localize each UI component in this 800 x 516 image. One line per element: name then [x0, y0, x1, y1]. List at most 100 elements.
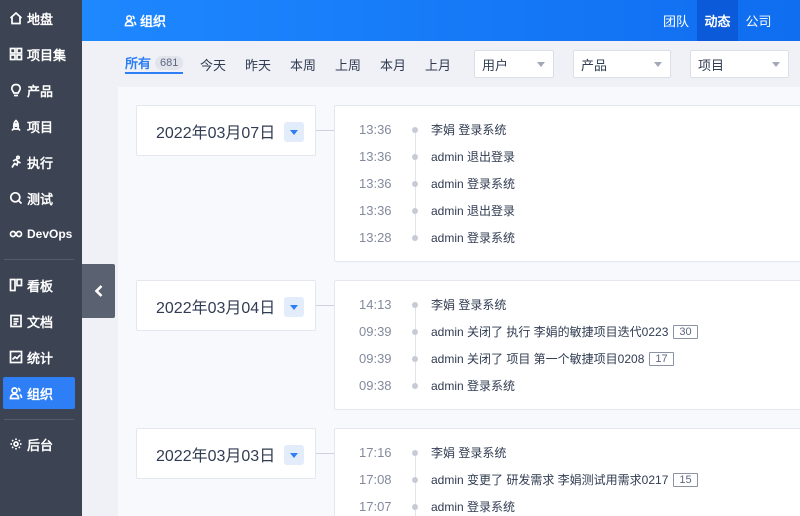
- sidebar-item-label: 统计: [27, 350, 54, 366]
- lightbulb-icon: [9, 83, 23, 97]
- activity-row: 09:38 admin 登录系统: [335, 372, 800, 399]
- select-value: 项目: [698, 57, 725, 73]
- kanban-icon: [9, 278, 23, 292]
- sidebar-item-dashboard[interactable]: 地盘: [3, 2, 75, 34]
- timeline-dot: [412, 126, 418, 133]
- page-title: 组织: [124, 0, 166, 41]
- sidebar-item-product[interactable]: 产品: [3, 74, 75, 106]
- activity-text-content: admin 登录系统: [431, 500, 516, 514]
- filter-today[interactable]: 今天: [200, 54, 226, 74]
- activity-text-content: admin 退出登录: [431, 150, 516, 164]
- top-header: 组织 团队 动态 公司: [82, 0, 800, 41]
- filter-all[interactable]: 所有 681: [125, 54, 184, 74]
- chevron-left-icon: [94, 285, 102, 297]
- sidebar-item-label: DevOps: [27, 227, 73, 241]
- sidebar-divider: [4, 259, 74, 260]
- product-select[interactable]: 产品: [573, 50, 671, 78]
- sidebar-item-devops[interactable]: DevOps: [3, 218, 75, 250]
- sidebar-item-label: 执行: [27, 155, 54, 171]
- collapse-toggle[interactable]: [284, 297, 304, 317]
- sidebar-item-label: 地盘: [27, 11, 54, 27]
- timeline-dot: [412, 476, 418, 483]
- filter-this-month[interactable]: 本月: [380, 54, 406, 74]
- sidebar-collapse-button[interactable]: [82, 264, 115, 318]
- run-icon: [9, 155, 23, 169]
- filter-this-week[interactable]: 本周: [290, 54, 316, 74]
- filter-last-month[interactable]: 上月: [425, 54, 451, 74]
- activity-text: admin 退出登录: [431, 202, 515, 219]
- collapse-toggle[interactable]: [284, 122, 304, 142]
- filter-last-week[interactable]: 上周: [335, 54, 361, 74]
- date-label: 2022年03月04日: [156, 299, 276, 317]
- timeline-dot: [412, 503, 418, 510]
- sidebar-item-program[interactable]: 项目集: [3, 38, 75, 70]
- sidebar-item-label: 项目: [27, 119, 54, 135]
- users-icon: [9, 386, 23, 400]
- sidebar-item-project[interactable]: 项目: [3, 110, 75, 142]
- doc-icon: [9, 314, 23, 328]
- chart-icon: [9, 350, 23, 364]
- activity-text-content[interactable]: admin 关闭了 项目 第一个敏捷项目0208: [431, 350, 644, 367]
- sidebar-item-doc[interactable]: 文档: [3, 305, 75, 337]
- sidebar-item-kanban[interactable]: 看板: [3, 269, 75, 301]
- activity-text: 李娟 登录系统: [431, 444, 506, 461]
- activity-text: admin 登录系统: [431, 229, 515, 246]
- timeline-dot: [412, 180, 418, 187]
- sidebar-item-admin[interactable]: 后台: [3, 428, 75, 460]
- users-icon: [124, 15, 137, 27]
- bug-search-icon: [9, 191, 23, 205]
- activity-text: admin 登录系统: [431, 175, 515, 192]
- infinity-icon: [9, 227, 23, 241]
- activity-time: 09:39: [359, 351, 392, 366]
- sidebar-item-label: 项目集: [27, 47, 67, 63]
- activity-row: 13:36 admin 登录系统: [335, 170, 800, 197]
- filter-yesterday[interactable]: 昨天: [245, 54, 271, 74]
- project-select[interactable]: 项目: [690, 50, 789, 78]
- activity-time: 09:39: [359, 324, 392, 339]
- tab-team[interactable]: 团队: [656, 0, 696, 41]
- gear-icon: [9, 437, 23, 451]
- activity-row: 17:08 admin 变更了 研发需求 李娟测试用需求0217 15: [335, 466, 800, 493]
- sidebar-item-stats[interactable]: 统计: [3, 341, 75, 373]
- collapse-toggle[interactable]: [284, 445, 304, 465]
- activity-time: 17:08: [359, 472, 392, 487]
- activity-row: 17:16 李娟 登录系统: [335, 439, 800, 466]
- activity-text-content: 李娟 登录系统: [431, 446, 507, 460]
- sidebar: 地盘 项目集 产品 项目 执行 测试 DevOps 看板 文档 统计 组织 后台: [0, 0, 82, 516]
- tab-dynamic[interactable]: 动态: [697, 0, 738, 41]
- activity-row: 17:07 admin 登录系统: [335, 493, 800, 516]
- activity-row: 09:39 admin 关闭了 执行 李娟的敏捷项目迭代0223 30: [335, 318, 800, 345]
- id-badge: 17: [649, 351, 674, 366]
- activity-row: 13:36 李娟 登录系统: [335, 116, 800, 143]
- user-select[interactable]: 用户: [474, 50, 554, 78]
- sidebar-item-org[interactable]: 组织: [3, 377, 75, 409]
- page-title-text: 组织: [140, 14, 167, 29]
- timeline-dot: [412, 328, 418, 335]
- activity-text: admin 关闭了 执行 李娟的敏捷项目迭代0223 30: [431, 323, 698, 340]
- timeline-dot: [412, 153, 418, 160]
- sidebar-item-execution[interactable]: 执行: [3, 146, 75, 178]
- activity-row: 13:36 admin 退出登录: [335, 143, 800, 170]
- activity-text-content[interactable]: admin 关闭了 执行 李娟的敏捷项目迭代0223: [431, 323, 668, 340]
- date-label: 2022年03月03日: [156, 447, 276, 465]
- id-badge: 30: [673, 324, 698, 339]
- tab-company[interactable]: 公司: [738, 0, 779, 41]
- connector-line: [316, 130, 334, 131]
- activity-text-content: 李娟 登录系统: [431, 123, 507, 137]
- timeline-dot: [412, 234, 418, 241]
- activity-time: 13:36: [359, 203, 392, 218]
- date-group-header[interactable]: 2022年03月04日: [136, 280, 316, 331]
- date-group-header[interactable]: 2022年03月03日: [136, 428, 316, 479]
- caret-down-icon: [654, 62, 662, 67]
- date-group-header[interactable]: 2022年03月07日: [136, 105, 316, 156]
- sidebar-item-label: 测试: [27, 191, 54, 207]
- sidebar-item-label: 看板: [27, 278, 54, 294]
- sidebar-item-label: 组织: [27, 386, 54, 402]
- activity-time: 13:36: [359, 149, 392, 164]
- sidebar-item-test[interactable]: 测试: [3, 182, 75, 214]
- activity-text: admin 登录系统: [431, 377, 515, 394]
- sidebar-item-label: 后台: [27, 437, 54, 453]
- activity-text-content[interactable]: admin 变更了 研发需求 李娟测试用需求0217: [431, 471, 668, 488]
- sidebar-divider: [4, 419, 74, 420]
- filter-label: 所有: [125, 56, 152, 71]
